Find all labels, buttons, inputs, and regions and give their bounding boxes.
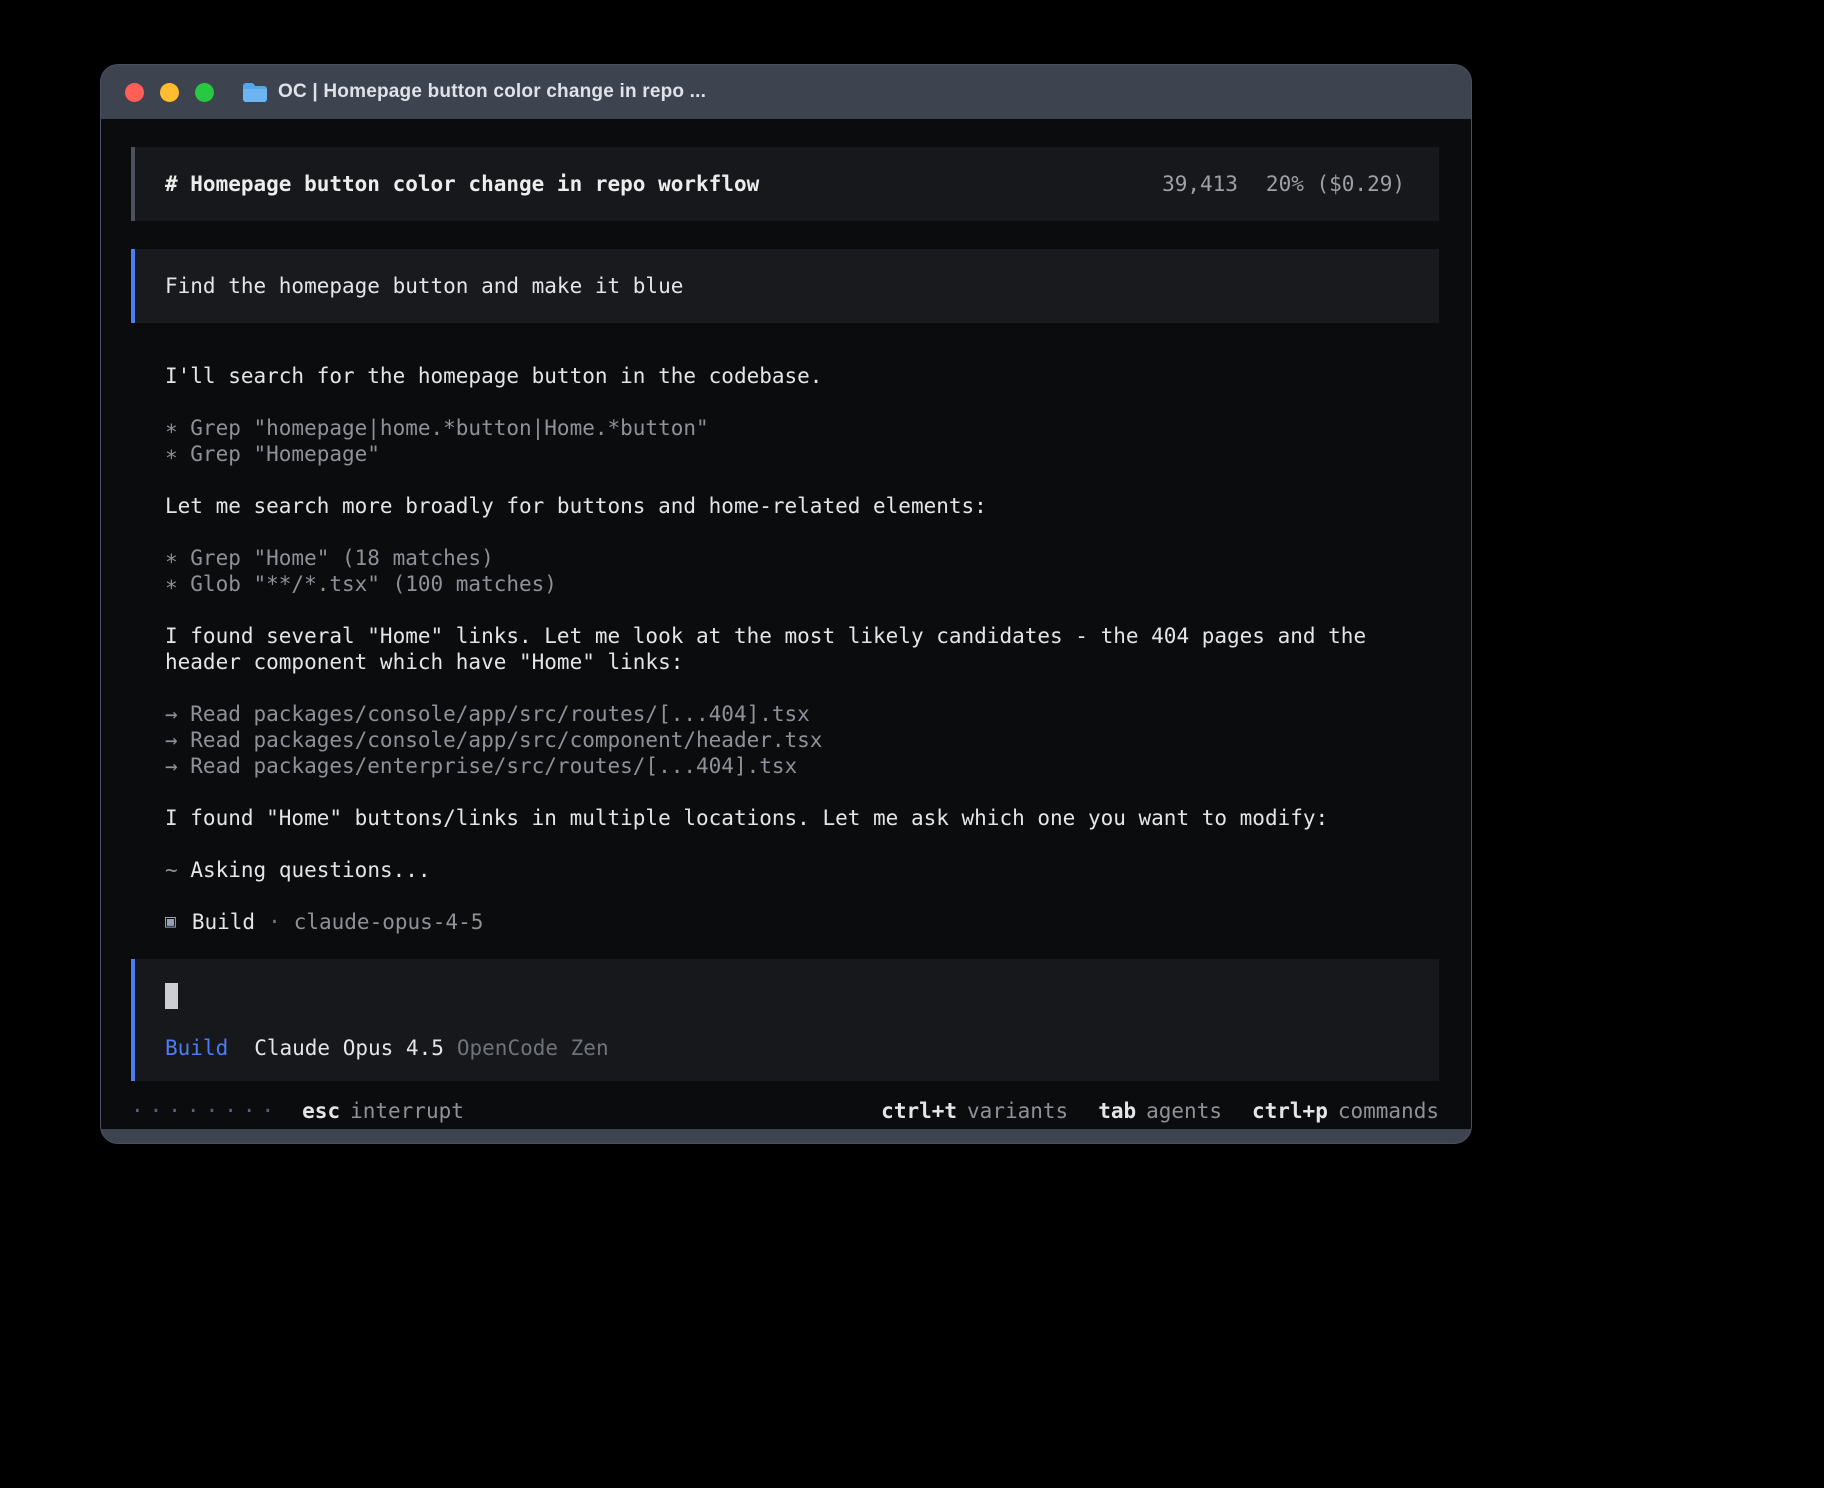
agent-name: Build — [192, 909, 255, 935]
key-esc: esc — [302, 1098, 340, 1124]
terminal-content: # Homepage button color change in repo w… — [101, 119, 1471, 1129]
input-line[interactable] — [165, 983, 1405, 1009]
shortcut-variants: ctrl+t variants — [881, 1098, 1068, 1124]
tool-call-read: → Read packages/console/app/src/componen… — [165, 727, 1439, 753]
session-title: # Homepage button color change in repo w… — [165, 171, 759, 197]
model-name[interactable]: Claude Opus 4.5 — [254, 1035, 444, 1061]
agent-indicator: ▣ Build · claude-opus-4-5 — [165, 909, 1439, 935]
zoom-window-button[interactable] — [195, 83, 214, 102]
spinner-dots: ········ — [131, 1098, 280, 1124]
window-title: OC | Homepage button color change in rep… — [278, 81, 706, 103]
model-provider: OpenCode Zen — [457, 1035, 609, 1061]
tool-call-read: → Read packages/enterprise/src/routes/[.… — [165, 753, 1439, 779]
status-prefix: ~ — [165, 858, 178, 882]
shortcut-commands: ctrl+p commands — [1252, 1098, 1439, 1124]
terminal-window: OC | Homepage button color change in rep… — [100, 64, 1472, 1144]
text-cursor — [165, 983, 178, 1009]
traffic-lights — [125, 83, 214, 102]
transcript: I'll search for the homepage button in t… — [165, 363, 1439, 935]
folder-icon — [242, 81, 268, 103]
minimize-window-button[interactable] — [160, 83, 179, 102]
status-right: ctrl+t variants tab agents ctrl+p comman… — [851, 1098, 1439, 1124]
user-message-text: Find the homepage button and make it blu… — [165, 274, 683, 298]
context-usage: 20% ($0.29) — [1266, 171, 1405, 197]
key-ctrl-p: ctrl+p — [1252, 1098, 1328, 1124]
tool-call-grep: ∗ Grep "Homepage" — [165, 441, 1439, 467]
session-header: # Homepage button color change in repo w… — [131, 147, 1439, 221]
user-message: Find the homepage button and make it blu… — [131, 249, 1439, 323]
window-titlebar[interactable]: OC | Homepage button color change in rep… — [101, 65, 1471, 119]
model-line: Build Claude Opus 4.5 OpenCode Zen — [165, 1035, 1405, 1061]
status-left: ········ esc interrupt — [131, 1098, 464, 1124]
agent-mode-label[interactable]: Build — [165, 1035, 228, 1061]
key-tab: tab — [1098, 1098, 1136, 1124]
prompt-input[interactable]: Build Claude Opus 4.5 OpenCode Zen — [131, 959, 1439, 1081]
close-window-button[interactable] — [125, 83, 144, 102]
separator-dot: · — [268, 909, 281, 935]
status-text: Asking questions... — [190, 858, 430, 882]
assistant-text: Let me search more broadly for buttons a… — [165, 493, 1439, 519]
assistant-text: I found "Home" buttons/links in multiple… — [165, 805, 1439, 831]
shortcut-agents: tab agents — [1098, 1098, 1222, 1124]
status-bar: ········ esc interrupt ctrl+t variants t… — [131, 1093, 1439, 1129]
shortcut-interrupt: esc interrupt — [302, 1098, 464, 1124]
tool-call-read: → Read packages/console/app/src/routes/[… — [165, 701, 1439, 727]
key-ctrl-t: ctrl+t — [881, 1098, 957, 1124]
working-status: ~ Asking questions... — [165, 857, 1439, 883]
assistant-text: I'll search for the homepage button in t… — [165, 363, 1439, 389]
assistant-text: I found several "Home" links. Let me loo… — [165, 623, 1439, 675]
hint-interrupt: interrupt — [350, 1098, 464, 1124]
session-stats: 39,413 20% ($0.29) — [1162, 171, 1405, 197]
agent-model: claude-opus-4-5 — [294, 909, 484, 935]
hint-commands: commands — [1338, 1098, 1439, 1124]
tool-call-glob: ∗ Glob "**/*.tsx" (100 matches) — [165, 571, 1439, 597]
tool-call-grep: ∗ Grep "homepage|home.*button|Home.*butt… — [165, 415, 1439, 441]
agent-icon: ▣ — [165, 909, 176, 935]
hint-agents: agents — [1146, 1098, 1222, 1124]
tool-call-grep: ∗ Grep "Home" (18 matches) — [165, 545, 1439, 571]
hint-variants: variants — [967, 1098, 1068, 1124]
token-count: 39,413 — [1162, 171, 1238, 197]
